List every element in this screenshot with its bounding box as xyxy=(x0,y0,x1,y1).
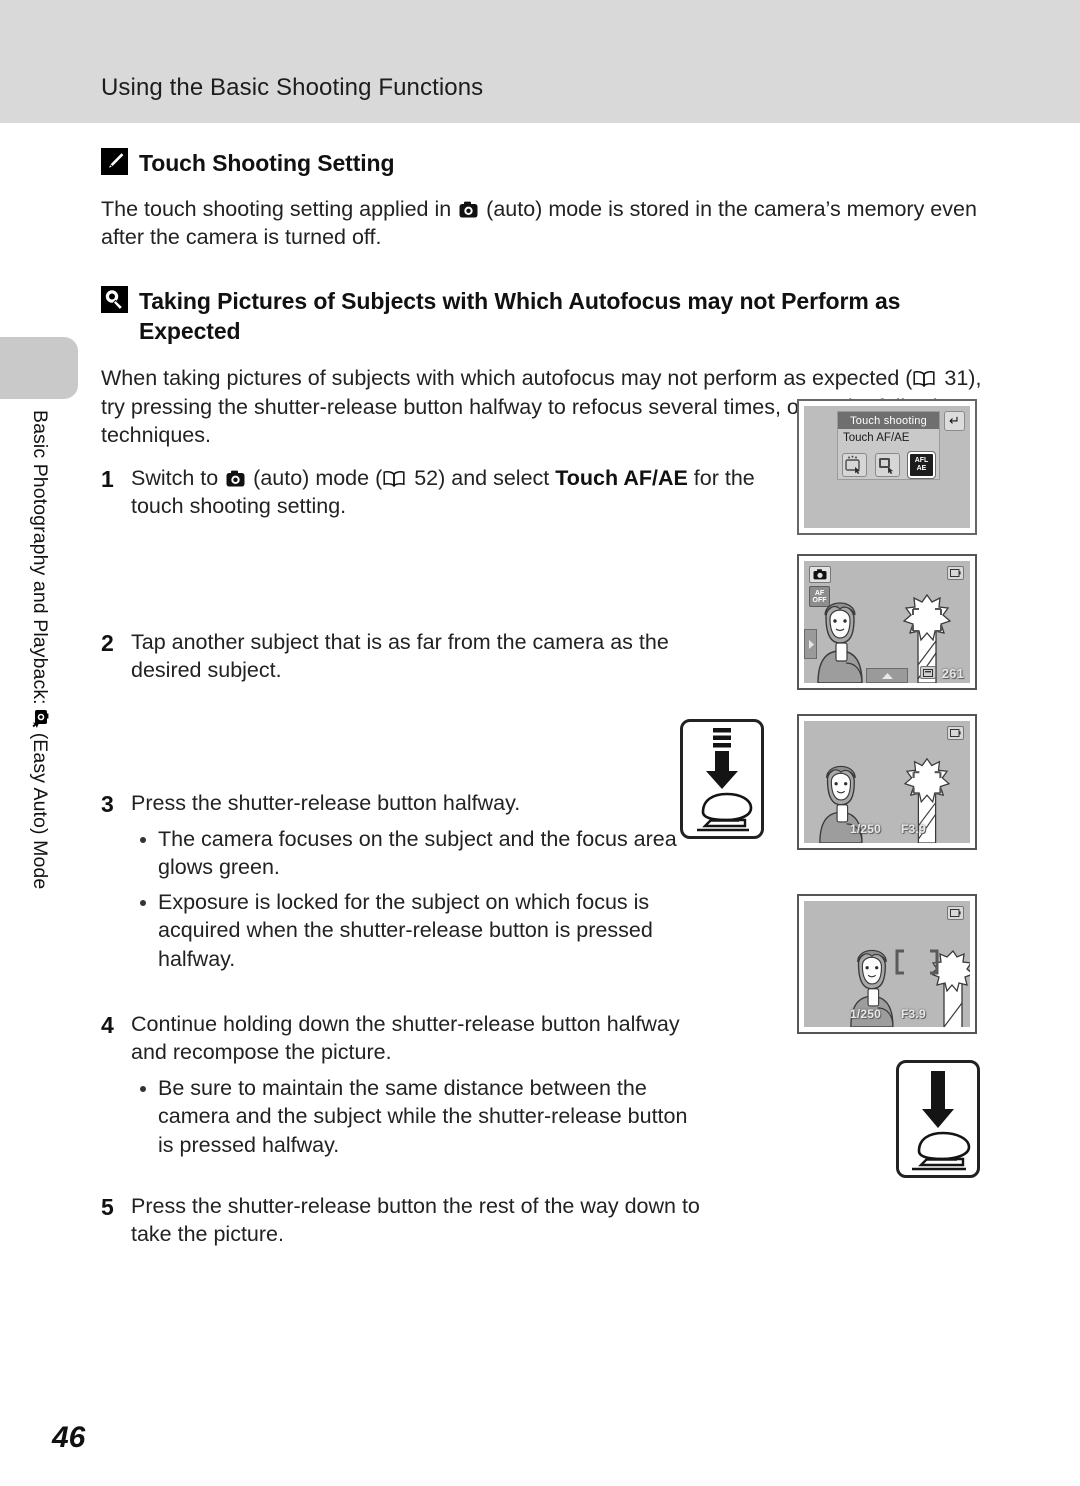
touch-shutter-option xyxy=(842,453,867,477)
camera-auto-icon xyxy=(459,197,478,218)
note-paragraph: The touch shooting setting applied in (a… xyxy=(101,195,981,252)
intro-part1: When taking pictures of subjects with wh… xyxy=(101,365,913,390)
note-title: Touch Shooting Setting xyxy=(139,150,395,176)
document-page: Using the Basic Shooting Functions Basic… xyxy=(0,0,1080,1486)
step-number: 1 xyxy=(101,465,114,492)
touch-shooting-menu-screen: ↵ Touch shooting Touch AF/AE AFL AE xyxy=(797,399,977,535)
shutter-full-drawing xyxy=(912,1071,971,1171)
step1-p3: 52) and select xyxy=(408,465,556,490)
step-text: Press the shutter-release button halfway… xyxy=(131,791,521,816)
step1-p2: (auto) mode ( xyxy=(247,465,383,490)
chapter-tab-text-after: (Easy Auto) Mode xyxy=(29,732,52,890)
step-number: 4 xyxy=(101,1011,114,1038)
note-title: Taking Pictures of Subjects with Which A… xyxy=(139,287,901,345)
book-ref-icon xyxy=(383,466,405,487)
book-ref-icon xyxy=(913,366,935,388)
shutter-halfway-drawing xyxy=(697,728,753,832)
note-paragraph-part1: The touch shooting setting applied in xyxy=(101,196,458,221)
lcd-inner: AF OFF 261 xyxy=(804,561,970,683)
chapter-tab-text-before: Basic Photography and Playback: xyxy=(29,410,52,705)
step-text: Continue holding down the shutter-releas… xyxy=(131,1011,680,1065)
step-3: 3 Press the shutter-release button halfw… xyxy=(101,789,681,980)
step-number: 2 xyxy=(101,629,114,656)
step-text: Switch to (auto) mode ( 52) and select T… xyxy=(131,464,791,521)
ae-label: AE xyxy=(916,465,927,472)
note-heading-touch-shooting-setting: Touch Shooting Setting xyxy=(101,148,999,179)
step-4: 4 Continue holding down the shutter-rele… xyxy=(101,1010,701,1166)
step-number: 5 xyxy=(101,1193,114,1220)
focus-area-brackets-icon xyxy=(895,949,939,975)
aperture-value: F3.9 xyxy=(901,822,926,836)
step-1: 1 Switch to (auto) mode ( 52) and select… xyxy=(101,464,791,521)
afl-label: AFL xyxy=(914,457,929,464)
menu-panel: Touch shooting Touch AF/AE AFL AE xyxy=(837,411,940,480)
pencil-note-icon xyxy=(101,148,128,175)
step-number: 3 xyxy=(101,791,114,818)
menu-title: Touch shooting xyxy=(838,412,939,429)
lcd-inner: 1/250 F3.9 xyxy=(804,901,970,1027)
step-3-bullets: The camera focuses on the subject and th… xyxy=(131,825,681,974)
chapter-tab-label: Basic Photography and Playback: (Easy Au… xyxy=(20,410,60,930)
note-heading-autofocus-subjects: Taking Pictures of Subjects with Which A… xyxy=(101,285,961,347)
running-head-title: Using the Basic Shooting Functions xyxy=(101,74,484,101)
list-item: Exposure is locked for the subject on wh… xyxy=(131,888,681,974)
menu-open-tab[interactable] xyxy=(804,629,817,659)
step-5: 5 Press the shutter-release button the r… xyxy=(101,1192,701,1249)
easy-auto-mode-icon xyxy=(31,709,50,729)
lcd-inner: 1/250 F3.9 xyxy=(804,721,970,843)
live-view-tap-subject: AF OFF 261 xyxy=(797,554,977,690)
live-view-recomposed: 1/250 F3.9 xyxy=(797,894,977,1034)
shutter-speed-value: 1/250 xyxy=(850,1007,882,1021)
shutter-press-halfway-icon xyxy=(680,719,764,839)
camera-auto-icon xyxy=(809,566,831,583)
menu-option-row: AFL AE xyxy=(842,451,936,479)
step-4-bullets: Be sure to maintain the same distance be… xyxy=(131,1074,701,1160)
list-item: Be sure to maintain the same distance be… xyxy=(131,1074,701,1160)
camera-auto-icon xyxy=(226,466,245,487)
subject-tracking-option xyxy=(875,453,900,477)
lcd-inner: ↵ Touch shooting Touch AF/AE AFL AE xyxy=(804,406,970,528)
shutter-speed-value: 1/250 xyxy=(850,822,882,836)
step-2: 2 Tap another subject that is as far fro… xyxy=(101,628,741,685)
step-text: Tap another subject that is as far from … xyxy=(131,629,669,683)
menu-selected-label: Touch AF/AE xyxy=(843,432,910,444)
memory-card-icon xyxy=(920,666,936,679)
return-arrow-icon: ↵ xyxy=(944,411,965,431)
mode-open-tab[interactable] xyxy=(866,668,908,683)
shutter-press-full-icon xyxy=(896,1060,980,1178)
step1-bold-option: Touch AF/AE xyxy=(555,465,688,490)
step-text: Press the shutter-release button the res… xyxy=(131,1193,700,1247)
chapter-thumb-tab xyxy=(0,337,78,399)
page-number: 46 xyxy=(52,1421,86,1454)
touch-af-ae-label: AFL AE xyxy=(910,454,933,476)
touch-af-ae-option[interactable]: AFL AE xyxy=(907,451,936,479)
battery-icon xyxy=(947,906,964,920)
list-item: The camera focuses on the subject and th… xyxy=(131,825,681,882)
battery-icon xyxy=(947,726,964,740)
step1-p1: Switch to xyxy=(131,465,225,490)
aperture-value: F3.9 xyxy=(901,1007,926,1021)
running-head-band xyxy=(0,0,1080,123)
live-view-focus-locked: 1/250 F3.9 xyxy=(797,714,977,850)
frames-remaining: 261 xyxy=(941,666,964,681)
battery-icon xyxy=(947,566,964,580)
bulb-tip-icon xyxy=(101,285,128,313)
